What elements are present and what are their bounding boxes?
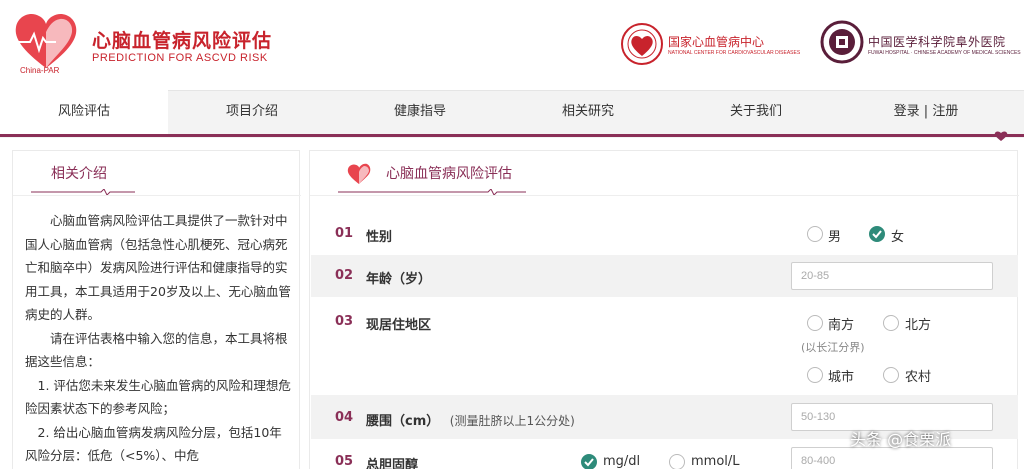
site-title-english: PREDICTION FOR ASCVD RISK [92, 52, 268, 64]
form-row-sex: 01 性别 男 女 [311, 213, 1018, 255]
radio-label-south: 南方 [828, 318, 855, 333]
national-center-seal-icon [621, 23, 663, 65]
radio-urban[interactable] [807, 367, 823, 383]
check-icon [584, 458, 594, 467]
row-label: 现居住地区 [366, 318, 432, 333]
nav-health-guide[interactable]: 健康指导 [336, 90, 504, 134]
row-number: 03 [335, 314, 354, 329]
divider [310, 195, 1019, 196]
radio-south[interactable] [807, 315, 823, 331]
partner-sub-1: NATIONAL CENTER FOR CARDIOVASCULAR DISEA… [668, 50, 801, 56]
partner-sub-2: FUWAI HOSPITAL · CHINESE ACADEMY OF MEDI… [868, 50, 1021, 56]
fuwai-hospital-seal-icon [820, 20, 864, 64]
intro-paragraph: 请在评估表格中输入您的信息，本工具将根据这些信息： [25, 330, 288, 370]
radio-label-rural: 农村 [905, 370, 932, 385]
site-header: China-PAR 心脑血管病风险评估 PREDICTION FOR ASCVD… [0, 0, 1024, 90]
partner-name-2: 中国医学科学院阜外医院 [868, 35, 1006, 49]
intro-list-item: 2. 给出心脑血管病发病风险分层，包括10年风险分层：低危（<5%）、中危 [25, 424, 282, 464]
region-hint: (以长江分界) [801, 341, 865, 354]
radio-label-mmol: mmol/L [691, 454, 740, 469]
divider [13, 195, 301, 196]
logo-subtitle: China-PAR [20, 66, 60, 75]
nav-project-intro[interactable]: 项目介绍 [168, 90, 336, 134]
form-title: 心脑血管病风险评估 [386, 166, 512, 182]
watermark: 头条 @食栗派 [850, 430, 952, 449]
intro-panel: 相关介绍 心脑血管病风险评估工具提供了一款针对中国人心脑血管病（包括急性心肌梗死… [12, 150, 301, 469]
row-label: 年龄（岁） [366, 272, 432, 287]
nav-research[interactable]: 相关研究 [504, 90, 672, 134]
nav-login-register[interactable]: 登录 | 注册 [840, 90, 1012, 134]
heart-icon [347, 163, 371, 184]
age-input[interactable]: 20-85 [791, 262, 993, 290]
heart-ornament-icon [994, 131, 1008, 141]
nav-about[interactable]: 关于我们 [672, 90, 840, 134]
intro-list-item: 1. 评估您未来发生心脑血管病的风险和理想危险因素状态下的参考风险； [25, 377, 291, 417]
row-label: 性别 [366, 230, 393, 245]
nav-risk-assessment[interactable]: 风险评估 [0, 90, 168, 134]
row-label: 腰围（cm） (测量肚脐以上1公分处) [366, 410, 575, 429]
nav-underline [0, 134, 1024, 137]
site-title: 心脑血管病风险评估 [92, 30, 273, 52]
radio-rural[interactable] [883, 367, 899, 383]
radio-north[interactable] [883, 315, 899, 331]
intro-paragraph: 心脑血管病风险评估工具提供了一款针对中国人心脑血管病（包括急性心肌梗死、冠心病死… [25, 213, 291, 322]
radio-mmol[interactable] [669, 454, 685, 469]
row-number: 01 [335, 226, 354, 241]
cholesterol-input[interactable]: 80-400 [791, 447, 993, 469]
radio-label-male: 男 [828, 230, 842, 245]
assessment-form-panel: 心脑血管病风险评估 01 性别 男 女 02 年龄（岁） 20-85 03 现居… [309, 150, 1019, 469]
intro-text: 心脑血管病风险评估工具提供了一款针对中国人心脑血管病（包括急性心肌梗死、冠心病死… [25, 209, 293, 468]
form-row-region: 03 现居住地区 南方 北方 (以长江分界) 城市 农村 [311, 297, 1018, 395]
row-label: 总胆固醇 [366, 458, 419, 469]
radio-label-urban: 城市 [828, 370, 855, 385]
radio-male[interactable] [807, 226, 823, 242]
heart-logo-icon[interactable] [12, 10, 80, 72]
check-icon [872, 230, 882, 239]
form-row-age: 02 年龄（岁） 20-85 [311, 255, 1018, 297]
waist-note: (测量肚脐以上1公分处) [449, 414, 575, 428]
radio-label-north: 北方 [905, 318, 932, 333]
row-number: 05 [335, 454, 354, 469]
radio-female[interactable] [869, 226, 885, 242]
row-number: 02 [335, 268, 354, 283]
intro-title: 相关介绍 [51, 166, 107, 182]
waist-label: 腰围（cm） [366, 414, 440, 429]
row-number: 04 [335, 410, 354, 425]
partner-name-1: 国家心血管病中心 [668, 35, 765, 49]
radio-mgdl[interactable] [581, 454, 597, 469]
radio-label-female: 女 [891, 230, 905, 245]
radio-label-mgdl: mg/dl [603, 454, 641, 469]
